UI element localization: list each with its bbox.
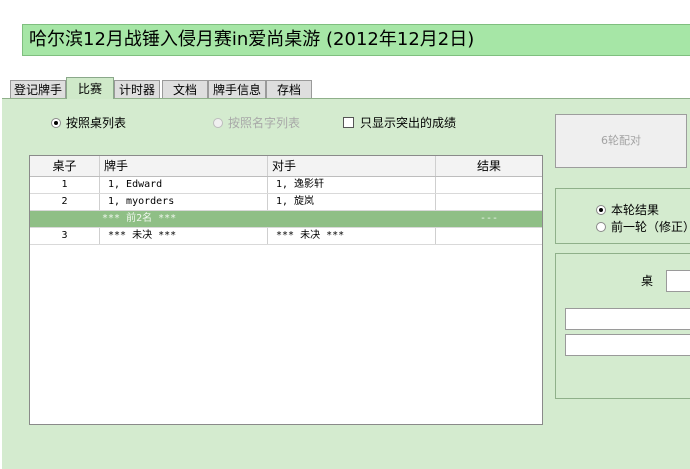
current-round-radio[interactable] xyxy=(596,205,606,215)
tournament-title-bar: 哈尔滨12月战锤入侵月赛in爱尚桌游 (2012年12月2日) xyxy=(22,24,690,56)
column-header-player[interactable]: 牌手 xyxy=(100,156,268,176)
table-number-cell: 2 xyxy=(30,194,100,210)
result-cell[interactable] xyxy=(436,194,542,210)
tab-label: 计时器 xyxy=(118,83,155,97)
result-cell: --- xyxy=(479,213,499,224)
table-row[interactable]: 2 1, myorders 1, 旋岚 xyxy=(30,194,542,211)
tab-label: 牌手信息 xyxy=(212,83,261,97)
table-row-separator[interactable]: *** 前2名 *** --- xyxy=(30,211,542,228)
tab-label: 比赛 xyxy=(77,82,102,96)
table-row[interactable]: 1 1, Edward 1, 逸影轩 xyxy=(30,177,542,194)
column-header-table[interactable]: 桌子 xyxy=(30,156,100,176)
only-outstanding-label: 只显示突出的成绩 xyxy=(360,116,457,130)
player-cell: 1, myorders xyxy=(100,194,268,210)
by-table-radio[interactable] xyxy=(51,118,61,128)
tab-label: 存档 xyxy=(276,83,301,97)
table-entry-label: 桌 xyxy=(641,274,654,288)
column-header-result[interactable]: 结果 xyxy=(436,156,542,176)
opponent-cell: 1, 逸影轩 xyxy=(268,177,436,193)
table-row[interactable]: 3 *** 未决 *** *** 未决 *** xyxy=(30,228,542,245)
tab-match[interactable]: 比赛 xyxy=(66,77,114,99)
table-number-cell xyxy=(30,211,100,227)
tab-label: 登记牌手 xyxy=(13,83,62,97)
result-cell[interactable] xyxy=(436,177,542,193)
previous-round-label: 前一轮（修正） xyxy=(611,220,690,234)
tab-documents[interactable]: 文档 xyxy=(162,80,208,98)
tab-timer[interactable]: 计时器 xyxy=(114,80,160,98)
table-number-cell: 3 xyxy=(30,228,100,244)
column-header-opponent[interactable]: 对手 xyxy=(268,156,436,176)
tab-player-info[interactable]: 牌手信息 xyxy=(208,80,266,98)
opponent-cell: 1, 旋岚 xyxy=(268,194,436,210)
table-number-input[interactable] xyxy=(666,270,690,292)
by-name-radio[interactable] xyxy=(213,118,223,128)
only-outstanding-checkbox[interactable] xyxy=(343,117,354,128)
tournament-title: 哈尔滨12月战锤入侵月赛in爱尚桌游 (2012年12月2日) xyxy=(29,29,475,50)
by-name-label: 按照名字列表 xyxy=(228,116,301,130)
pair-round-button[interactable]: 6轮配对 xyxy=(555,114,687,168)
previous-round-radio[interactable] xyxy=(596,222,606,232)
opponent-cell xyxy=(268,211,436,227)
opponent-cell: *** 未决 *** xyxy=(268,228,436,244)
player-cell: 1, Edward xyxy=(100,177,268,193)
result-cell[interactable] xyxy=(436,228,542,244)
table-number-cell: 1 xyxy=(30,177,100,193)
current-round-label: 本轮结果 xyxy=(611,203,660,217)
tab-label: 文档 xyxy=(172,83,197,97)
player-cell: *** 未决 *** xyxy=(100,228,268,244)
player-one-field[interactable] xyxy=(565,308,690,330)
player-cell: *** 前2名 *** xyxy=(100,211,268,227)
pairings-grid[interactable]: 桌子 牌手 对手 结果 1 1, Edward 1, 逸影轩 2 1, myor… xyxy=(29,155,543,425)
player-two-field[interactable] xyxy=(565,334,690,356)
grid-header: 桌子 牌手 对手 结果 xyxy=(30,156,542,177)
by-table-label: 按照桌列表 xyxy=(66,116,127,130)
tab-register-players[interactable]: 登记牌手 xyxy=(10,80,66,98)
tab-archive[interactable]: 存档 xyxy=(266,80,312,98)
